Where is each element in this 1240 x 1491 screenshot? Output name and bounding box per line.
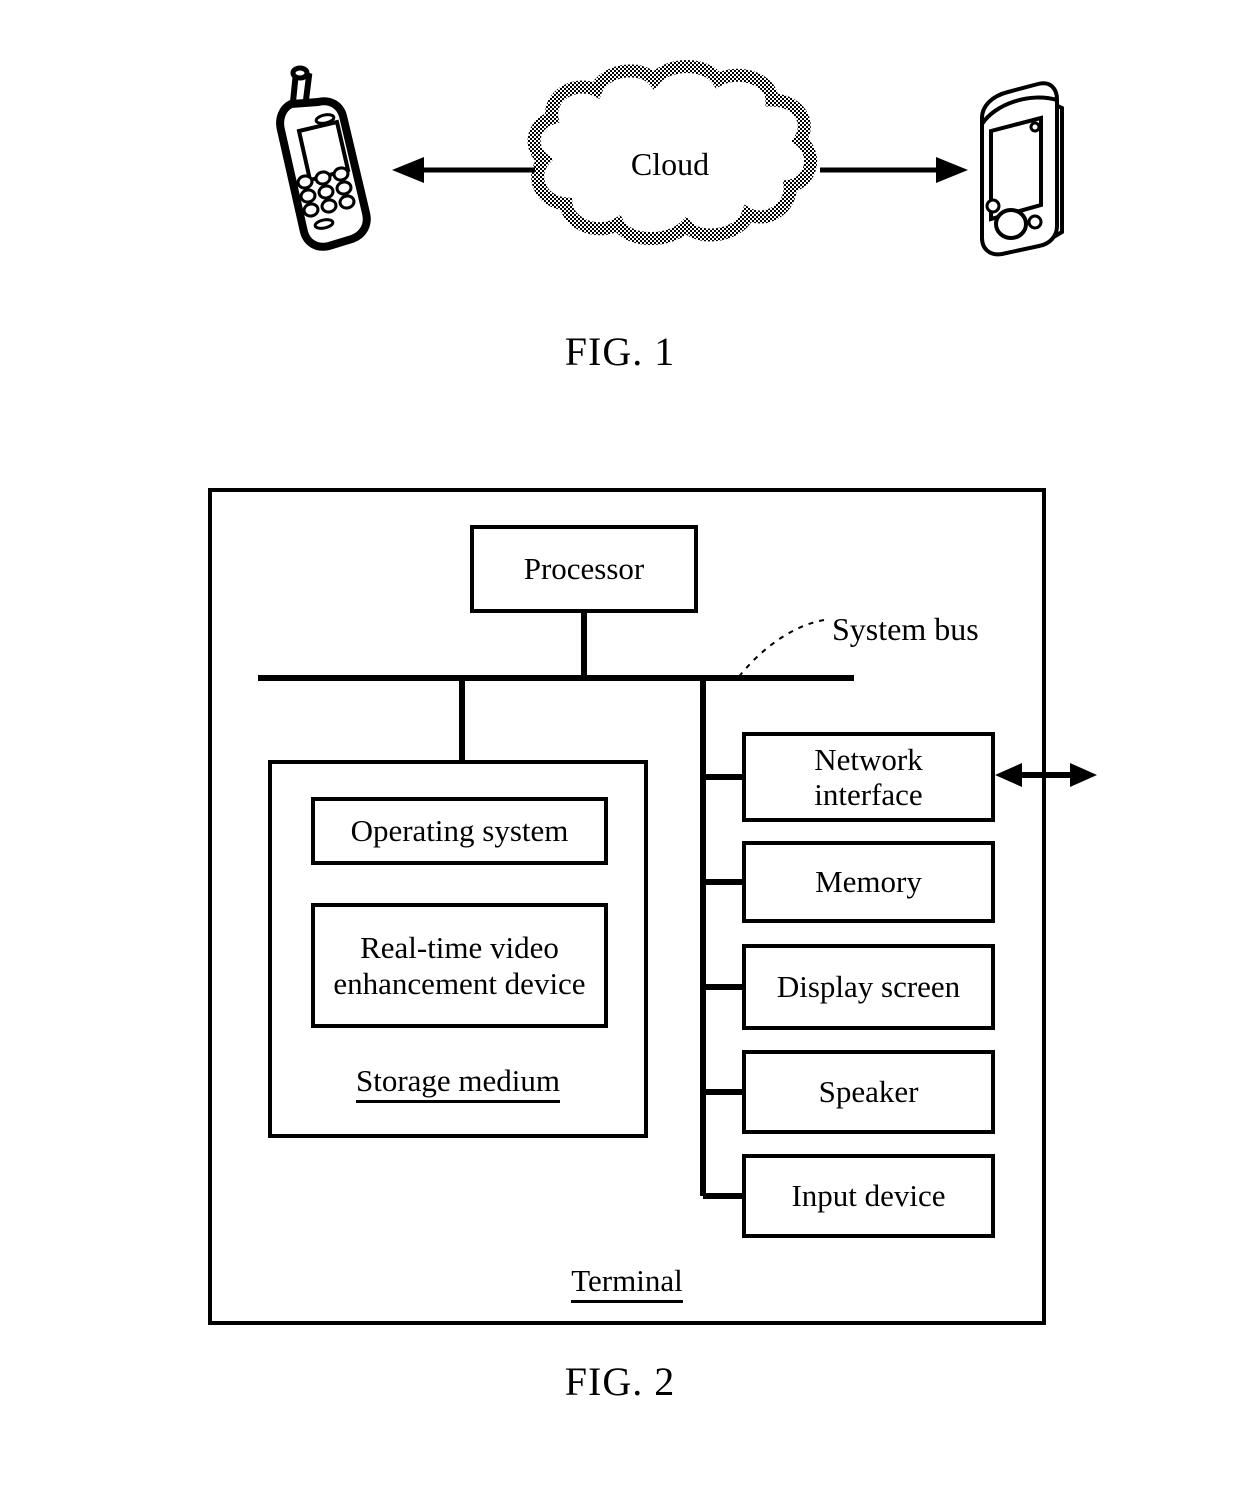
block-processor-label: Processor	[523, 551, 645, 587]
block-network-interface-label-line2: interface	[814, 777, 923, 812]
block-network-interface: Network interface	[742, 732, 995, 822]
block-processor: Processor	[470, 525, 698, 613]
block-memory-label: Memory	[815, 864, 922, 900]
block-real-time-video-enhancement-device: Real-time video enhancement device	[311, 903, 608, 1028]
block-speaker-label: Speaker	[818, 1074, 919, 1110]
block-network-interface-label: Network interface	[814, 742, 922, 813]
storage-medium-caption: Storage medium	[268, 1063, 648, 1103]
block-operating-system-label: Operating system	[350, 813, 569, 849]
block-input-device: Input device	[742, 1154, 995, 1238]
block-display-screen: Display screen	[742, 944, 995, 1030]
block-rtve-label-line2: enhancement device	[333, 965, 586, 1001]
block-display-screen-label: Display screen	[776, 969, 961, 1005]
block-memory: Memory	[742, 841, 995, 923]
block-input-device-label: Input device	[791, 1178, 946, 1214]
block-rtve-label-line1: Real-time video	[360, 930, 559, 966]
terminal-caption: Terminal	[208, 1263, 1046, 1303]
system-bus-label: System bus	[832, 611, 979, 647]
patent-figure-sheet: Cloud FIG. 1 Processor System bus Operat…	[0, 0, 1240, 1491]
block-rtve-label: Real-time video enhancement device	[333, 930, 585, 1001]
figure-2-caption: FIG. 2	[564, 1359, 676, 1404]
terminal-caption-text: Terminal	[571, 1263, 683, 1303]
block-speaker: Speaker	[742, 1050, 995, 1134]
block-operating-system: Operating system	[311, 797, 608, 865]
figure-2: Processor System bus Operating system Re…	[0, 0, 1240, 1491]
storage-medium-caption-text: Storage medium	[355, 1063, 561, 1103]
block-network-interface-label-line1: Network	[814, 741, 923, 777]
